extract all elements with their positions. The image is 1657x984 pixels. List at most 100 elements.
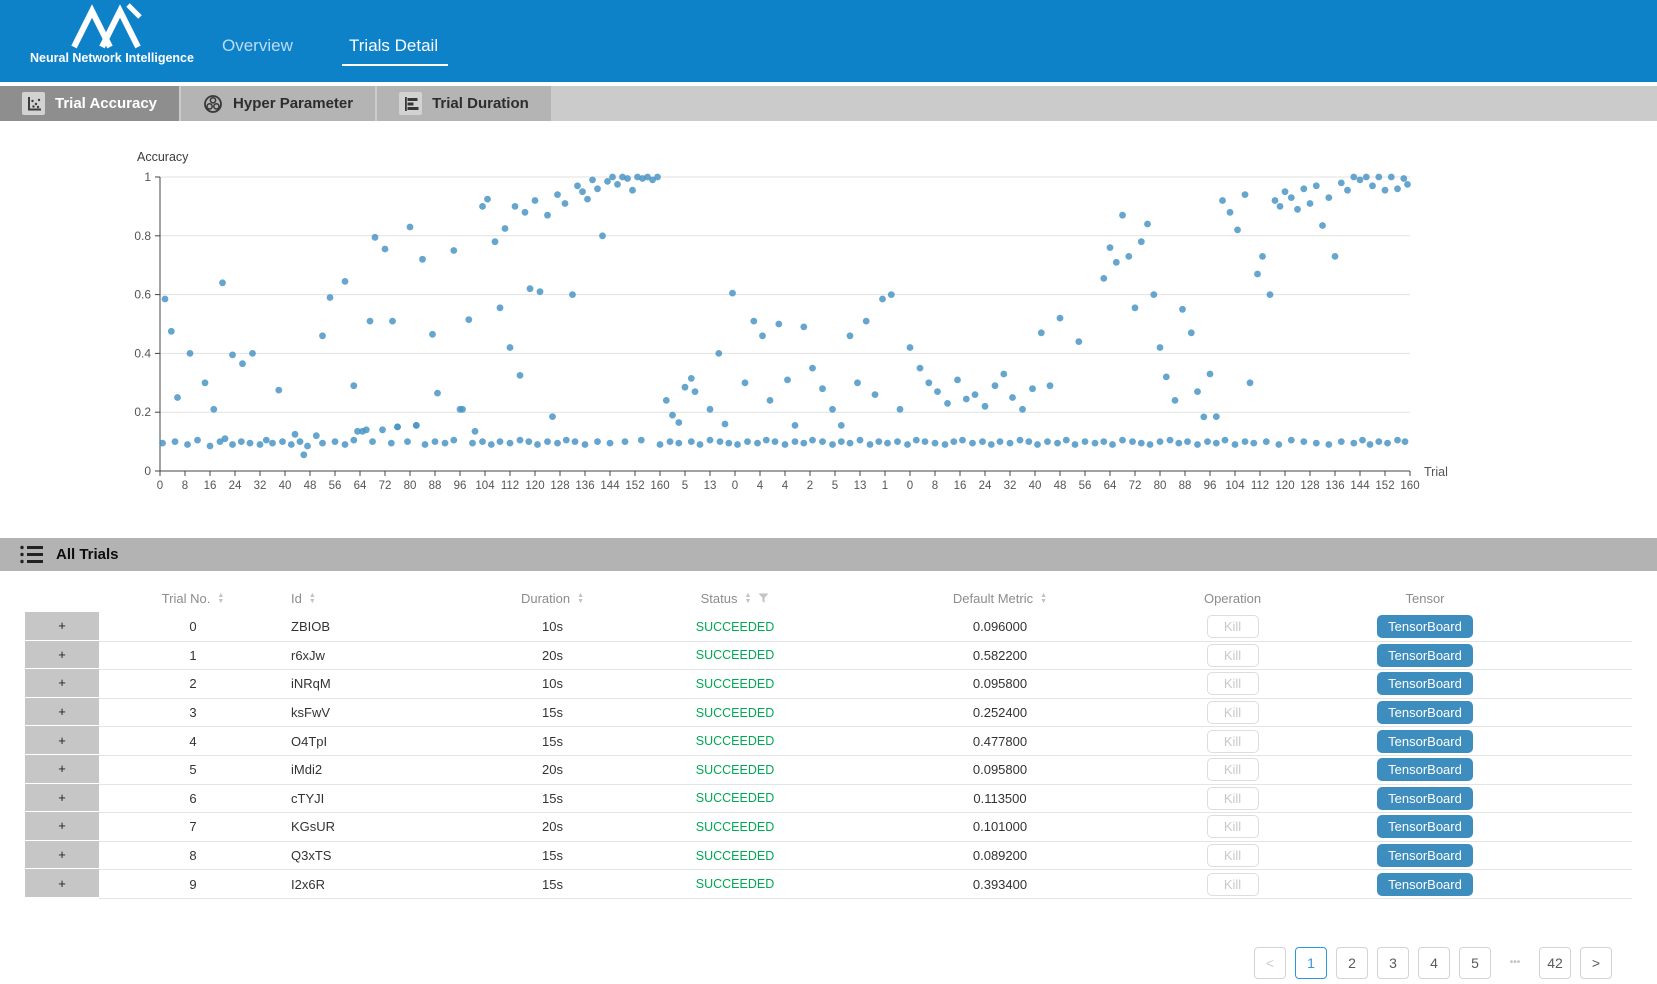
expand-row-button[interactable]: + [25, 669, 99, 699]
scatter-point[interactable] [522, 209, 529, 216]
scatter-point[interactable] [879, 296, 886, 303]
scatter-point[interactable] [1044, 438, 1051, 445]
scatter-point[interactable] [419, 256, 426, 263]
scatter-point[interactable] [512, 203, 519, 210]
scatter-point[interactable] [688, 438, 695, 445]
scatter-point[interactable] [388, 440, 395, 447]
scatter-point[interactable] [1150, 291, 1157, 298]
kill-button[interactable]: Kill [1207, 701, 1259, 724]
scatter-point[interactable] [434, 390, 441, 397]
scatter-point[interactable] [1188, 329, 1195, 336]
scatter-point[interactable] [1300, 438, 1307, 445]
scatter-point[interactable] [342, 441, 349, 448]
kill-button[interactable]: Kill [1207, 615, 1259, 638]
scatter-point[interactable] [297, 438, 304, 445]
scatter-point[interactable] [950, 438, 957, 445]
scatter-point[interactable] [1129, 438, 1136, 445]
tensorboard-button[interactable]: TensorBoard [1377, 758, 1473, 781]
scatter-point[interactable] [507, 344, 514, 351]
scatter-point[interactable] [1227, 209, 1234, 216]
scatter-point[interactable] [847, 440, 854, 447]
scatter-point[interactable] [982, 403, 989, 410]
scatter-point[interactable] [1200, 414, 1207, 421]
expand-row-button[interactable]: + [25, 641, 99, 671]
scatter-point[interactable] [792, 438, 799, 445]
scatter-point[interactable] [888, 291, 895, 298]
scatter-point[interactable] [1194, 388, 1201, 395]
scatter-point[interactable] [857, 437, 864, 444]
scatter-point[interactable] [992, 382, 999, 389]
scatter-point[interactable] [782, 441, 789, 448]
sort-arrows[interactable]: ▲▼ [577, 593, 584, 605]
scatter-point[interactable] [1404, 181, 1411, 188]
scatter-point[interactable] [249, 350, 256, 357]
pagination-next-button[interactable]: > [1580, 947, 1612, 979]
scatter-point[interactable] [222, 435, 229, 442]
scatter-point[interactable] [187, 350, 194, 357]
scatter-point[interactable] [1213, 413, 1220, 420]
filter-icon[interactable] [758, 593, 769, 604]
scatter-point[interactable] [367, 318, 374, 325]
pagination-page-4[interactable]: 4 [1418, 947, 1450, 979]
scatter-point[interactable] [532, 197, 539, 204]
scatter-point[interactable] [1007, 440, 1014, 447]
scatter-point[interactable] [1344, 187, 1351, 194]
scatter-point[interactable] [238, 438, 245, 445]
scatter-point[interactable] [1394, 437, 1401, 444]
tab-trial-accuracy[interactable]: Trial Accuracy [0, 86, 179, 121]
pagination-prev-button[interactable]: < [1254, 947, 1286, 979]
scatter-point[interactable] [413, 422, 420, 429]
scatter-point[interactable] [838, 422, 845, 429]
nav-tab-overview[interactable]: Overview [222, 36, 293, 56]
scatter-point[interactable] [1367, 441, 1374, 448]
scatter-point[interactable] [1402, 438, 1409, 445]
scatter-point[interactable] [1319, 222, 1326, 229]
tensorboard-button[interactable]: TensorBoard [1377, 815, 1473, 838]
scatter-point[interactable] [1288, 194, 1295, 201]
scatter-point[interactable] [554, 440, 561, 447]
tensorboard-button[interactable]: TensorBoard [1377, 730, 1473, 753]
scatter-point[interactable] [1232, 441, 1239, 448]
scatter-point[interactable] [1147, 441, 1154, 448]
scatter-point[interactable] [913, 437, 920, 444]
scatter-point[interactable] [675, 440, 682, 447]
scatter-point[interactable] [1179, 306, 1186, 313]
scatter-point[interactable] [622, 438, 629, 445]
scatter-point[interactable] [534, 441, 541, 448]
pagination-page-2[interactable]: 2 [1336, 947, 1368, 979]
scatter-point[interactable] [594, 185, 601, 192]
scatter-point[interactable] [432, 438, 439, 445]
scatter-point[interactable] [159, 440, 166, 447]
scatter-point[interactable] [1250, 440, 1257, 447]
pagination-page-42[interactable]: 42 [1539, 947, 1571, 979]
scatter-point[interactable] [369, 438, 376, 445]
scatter-point[interactable] [638, 437, 645, 444]
scatter-point[interactable] [1338, 180, 1345, 187]
scatter-point[interactable] [688, 375, 695, 382]
scatter-point[interactable] [382, 246, 389, 253]
scatter-point[interactable] [465, 316, 472, 323]
scatter-point[interactable] [563, 437, 570, 444]
tab-trial-duration[interactable]: Trial Duration [377, 86, 551, 121]
scatter-point[interactable] [517, 372, 524, 379]
scatter-point[interactable] [229, 441, 236, 448]
scatter-point[interactable] [1213, 440, 1220, 447]
scatter-point[interactable] [867, 441, 874, 448]
scatter-point[interactable] [599, 232, 606, 239]
scatter-point[interactable] [1009, 394, 1016, 401]
scatter-point[interactable] [162, 296, 169, 303]
tensorboard-button[interactable]: TensorBoard [1377, 672, 1473, 695]
scatter-point[interactable] [1017, 437, 1024, 444]
scatter-point[interactable] [1119, 437, 1126, 444]
scatter-point[interactable] [1247, 379, 1254, 386]
scatter-point[interactable] [457, 406, 464, 413]
scatter-point[interactable] [247, 440, 254, 447]
scatter-point[interactable] [1294, 206, 1301, 213]
scatter-point[interactable] [1275, 441, 1282, 448]
scatter-point[interactable] [1277, 203, 1284, 210]
scatter-point[interactable] [502, 225, 509, 232]
scatter-point[interactable] [742, 379, 749, 386]
scatter-point[interactable] [544, 212, 551, 219]
scatter-point[interactable] [219, 279, 226, 286]
scatter-point[interactable] [422, 441, 429, 448]
